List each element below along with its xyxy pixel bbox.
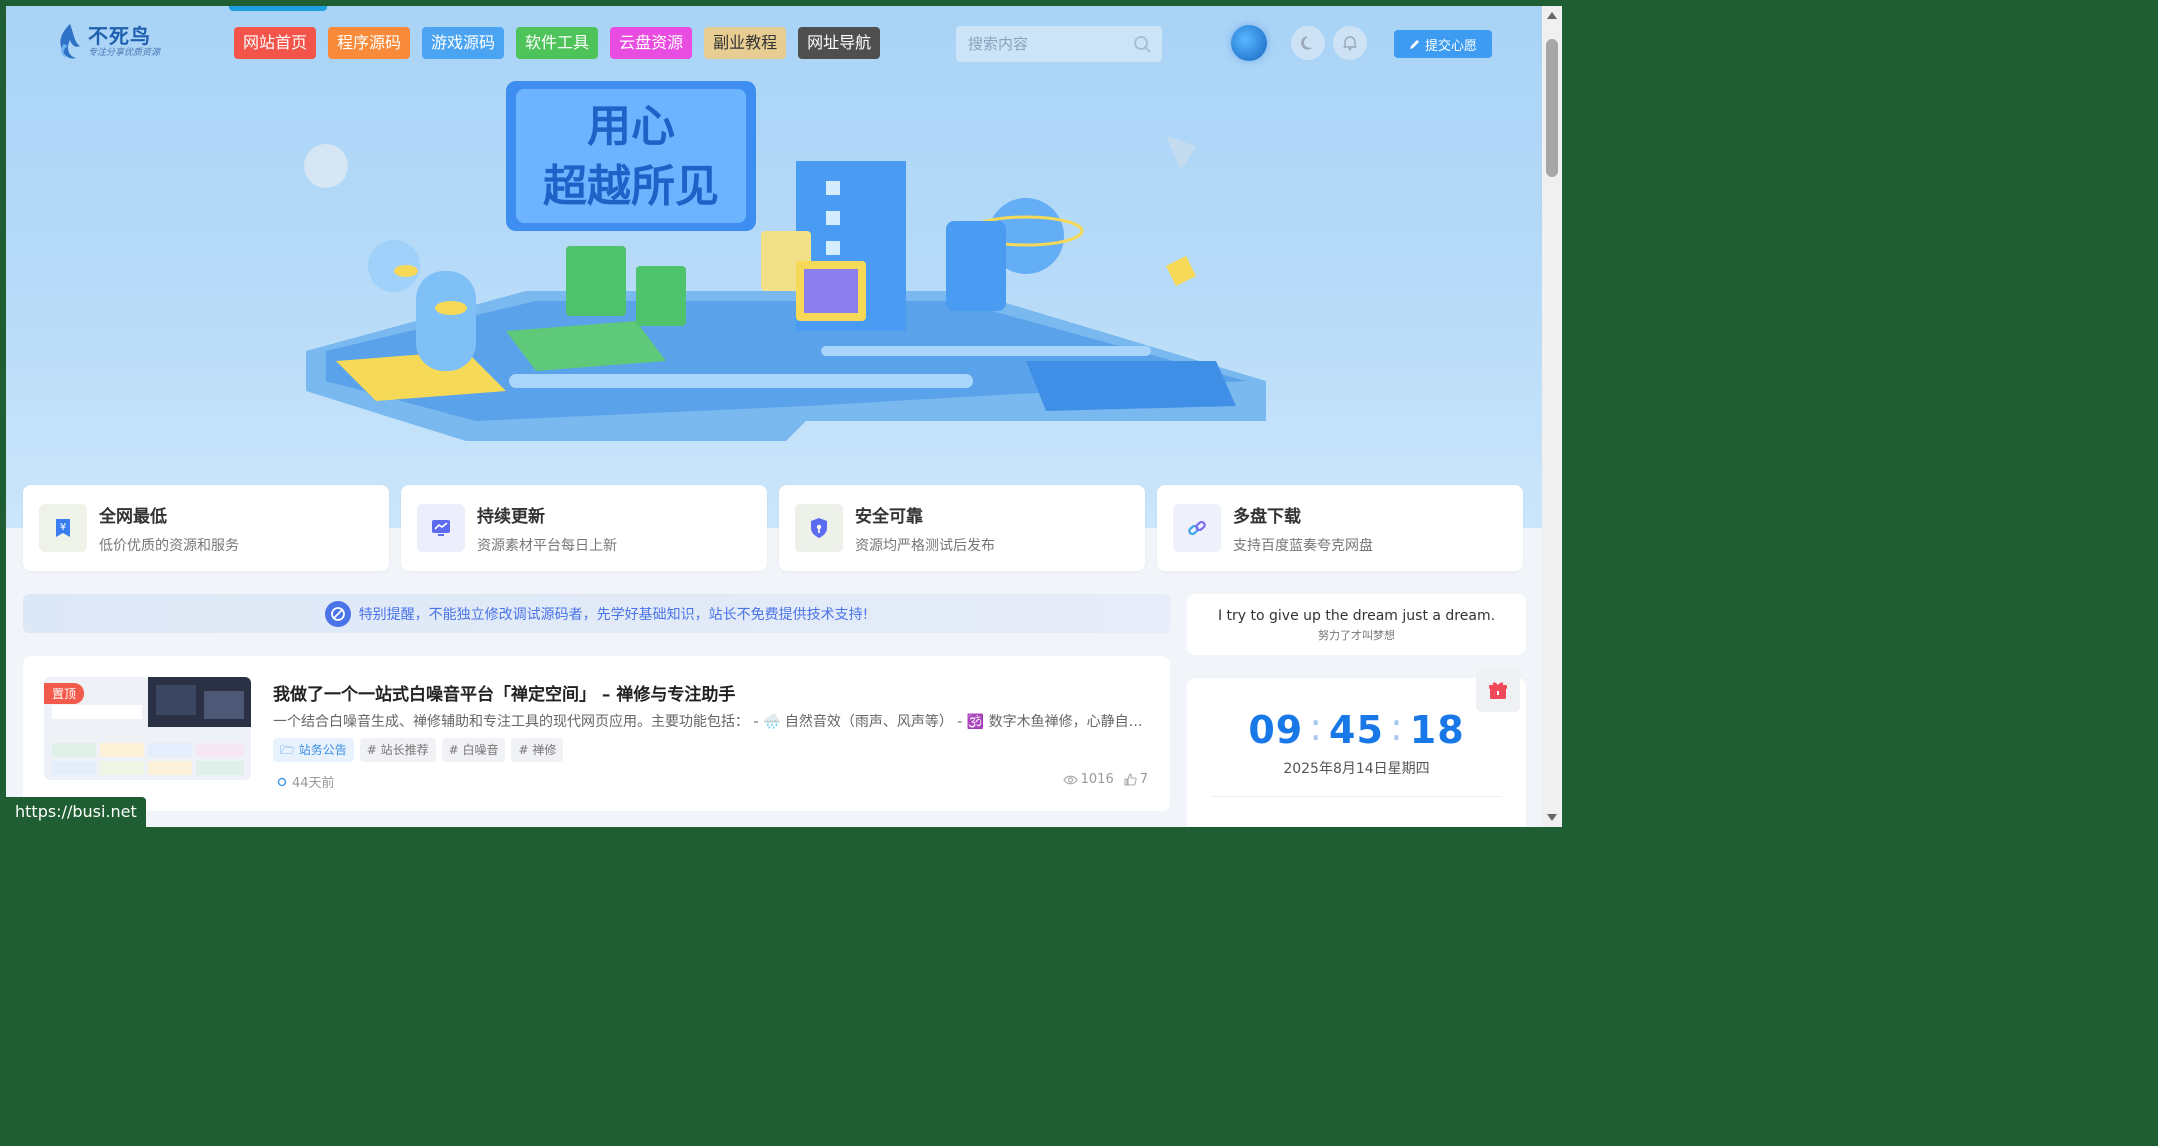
nav-item-cloud-resources[interactable]: 云盘资源: [610, 27, 693, 59]
site-logo[interactable]: 不死鸟 专注分享优质资源: [54, 22, 160, 62]
submit-wish-button[interactable]: 提交心愿: [1394, 30, 1492, 58]
clock-hours: 09: [1248, 708, 1304, 752]
feature-desc: 资源素材平台每日上新: [477, 537, 617, 554]
post-time-text: 44天前: [292, 776, 335, 791]
eye-icon: [1062, 775, 1078, 784]
active-indicator: [229, 6, 327, 11]
search-input[interactable]: [968, 35, 1128, 53]
link-icon: [1173, 504, 1221, 552]
thumbs-up-icon: [1124, 773, 1137, 786]
post-title[interactable]: 我做了一个一站式白噪音平台「禅定空间」 – 禅修与专注助手: [273, 680, 735, 705]
feature-title: 多盘下载: [1233, 506, 1301, 527]
bell-icon: [1343, 36, 1357, 51]
main-nav: 网站首页 程序源码 游戏源码 软件工具 云盘资源 副业教程 网址导航: [234, 27, 881, 59]
scroll-up-arrow-icon[interactable]: [1547, 12, 1557, 19]
post-time: 44天前: [277, 772, 335, 791]
daily-quote: I try to give up the dream just a dream.…: [1187, 594, 1526, 655]
nav-item-side-business[interactable]: 副业教程: [704, 27, 787, 59]
feature-title: 安全可靠: [855, 506, 923, 527]
nav-item-home[interactable]: 网站首页: [234, 27, 317, 59]
scroll-down-arrow-icon[interactable]: [1547, 814, 1557, 821]
nav-item-game-source[interactable]: 游戏源码: [422, 27, 505, 59]
hero-banner: 不死鸟 专注分享优质资源 网站首页 程序源码 游戏源码 软件工具 云盘资源 副业…: [6, 6, 1542, 528]
post-tag[interactable]: # 站长推荐: [359, 738, 436, 762]
quote-english: I try to give up the dream just a dream.: [1217, 608, 1496, 624]
clock-minutes: 45: [1329, 708, 1384, 752]
nav-item-url-navigation[interactable]: 网址导航: [798, 27, 881, 59]
notice-text: 特别提醒，不能独立修改调试源码者，先学好基础知识，站长不免费提供技术支持!: [358, 606, 869, 623]
feature-card[interactable]: ¥ 全网最低 低价优质的资源和服务: [23, 485, 389, 571]
vertical-scrollbar[interactable]: [1542, 6, 1562, 827]
tag-label: 站务公告: [298, 743, 347, 757]
feature-title: 持续更新: [477, 506, 545, 527]
pencil-icon: [1409, 39, 1419, 49]
phoenix-logo-icon: [60, 24, 80, 59]
post-card[interactable]: 置顶 我做了一个一站式白噪音平台「禅定空间」 – 禅修与专注助手 一个结合白噪音…: [23, 656, 1170, 811]
svg-text:¥: ¥: [60, 522, 66, 533]
prohibited-icon: [324, 600, 351, 627]
post-thumbnail[interactable]: 置顶: [44, 677, 251, 780]
dark-mode-toggle[interactable]: [1291, 26, 1325, 60]
post-tag[interactable]: # 白噪音: [441, 738, 506, 762]
clock-date: 2025年8月14日星期四: [1283, 761, 1430, 777]
post-tags: 🗁 站务公告 # 站长推荐 # 白噪音 # 禅修: [273, 738, 564, 762]
view-count-text: 1016: [1080, 772, 1114, 787]
search-icon[interactable]: [1132, 34, 1152, 54]
clock-icon: [277, 777, 287, 786]
pinned-badge: 置顶: [44, 683, 85, 704]
notification-button[interactable]: [1333, 26, 1367, 60]
nav-item-program-source[interactable]: 程序源码: [328, 27, 411, 59]
notice-bar: 特别提醒，不能独立修改调试源码者，先学好基础知识，站长不免费提供技术支持!: [23, 594, 1170, 633]
hero-illustration: 用心 超越所见: [304, 81, 1266, 441]
moon-icon: [1301, 36, 1312, 50]
scroll-thumb[interactable]: [1546, 39, 1558, 177]
svg-text:超越所见: 超越所见: [543, 161, 719, 212]
logo-title: 不死鸟: [88, 24, 151, 48]
feature-card[interactable]: 多盘下载 支持百度蓝奏夸克网盘: [1157, 485, 1523, 571]
nav-item-software-tools[interactable]: 软件工具: [516, 27, 599, 59]
submit-wish-label: 提交心愿: [1424, 38, 1477, 54]
svg-text:用心: 用心: [587, 101, 675, 152]
clock-time: 09:45:18: [1248, 705, 1465, 752]
gift-icon: [1489, 682, 1507, 699]
gift-button[interactable]: [1476, 668, 1520, 712]
feature-title: 全网最低: [99, 506, 167, 527]
view-count: 1016: [1062, 772, 1114, 787]
like-count-text: 7: [1139, 772, 1148, 787]
page: 不死鸟 专注分享优质资源 网站首页 程序源码 游戏源码 软件工具 云盘资源 副业…: [6, 6, 1542, 827]
clock-seconds: 18: [1409, 708, 1465, 752]
feature-card[interactable]: 安全可靠 资源均严格测试后发布: [779, 485, 1145, 571]
yen-bookmark-icon: ¥: [39, 504, 87, 552]
post-tag[interactable]: # 禅修: [511, 738, 564, 762]
divider: [1211, 796, 1502, 797]
post-stats: 1016 7: [1062, 772, 1148, 787]
search-box: [956, 26, 1162, 62]
folder-icon: 🗁: [280, 743, 295, 757]
chart-monitor-icon: [417, 504, 465, 552]
like-count[interactable]: 7: [1124, 772, 1148, 787]
feature-cards: ¥ 全网最低 低价优质的资源和服务 持续更新 资源素材平台每日上新 安全可靠 资…: [23, 485, 1523, 571]
feature-desc: 支持百度蓝奏夸克网盘: [1233, 537, 1373, 554]
category-tag[interactable]: 🗁 站务公告: [273, 738, 354, 762]
status-bar-url: https://busi.net: [6, 797, 146, 827]
feature-desc: 低价优质的资源和服务: [99, 537, 239, 554]
quote-chinese: 努力了才叫梦想: [1318, 629, 1395, 642]
logo-subtitle: 专注分享优质资源: [88, 48, 161, 58]
shield-icon: [795, 504, 843, 552]
user-avatar[interactable]: [1231, 25, 1267, 61]
post-excerpt: 一个结合白噪音生成、禅修辅助和专注工具的现代网页应用。主要功能包括： - 🌧️ …: [273, 714, 1148, 730]
feature-card[interactable]: 持续更新 资源素材平台每日上新: [401, 485, 767, 571]
feature-desc: 资源均严格测试后发布: [855, 537, 995, 554]
